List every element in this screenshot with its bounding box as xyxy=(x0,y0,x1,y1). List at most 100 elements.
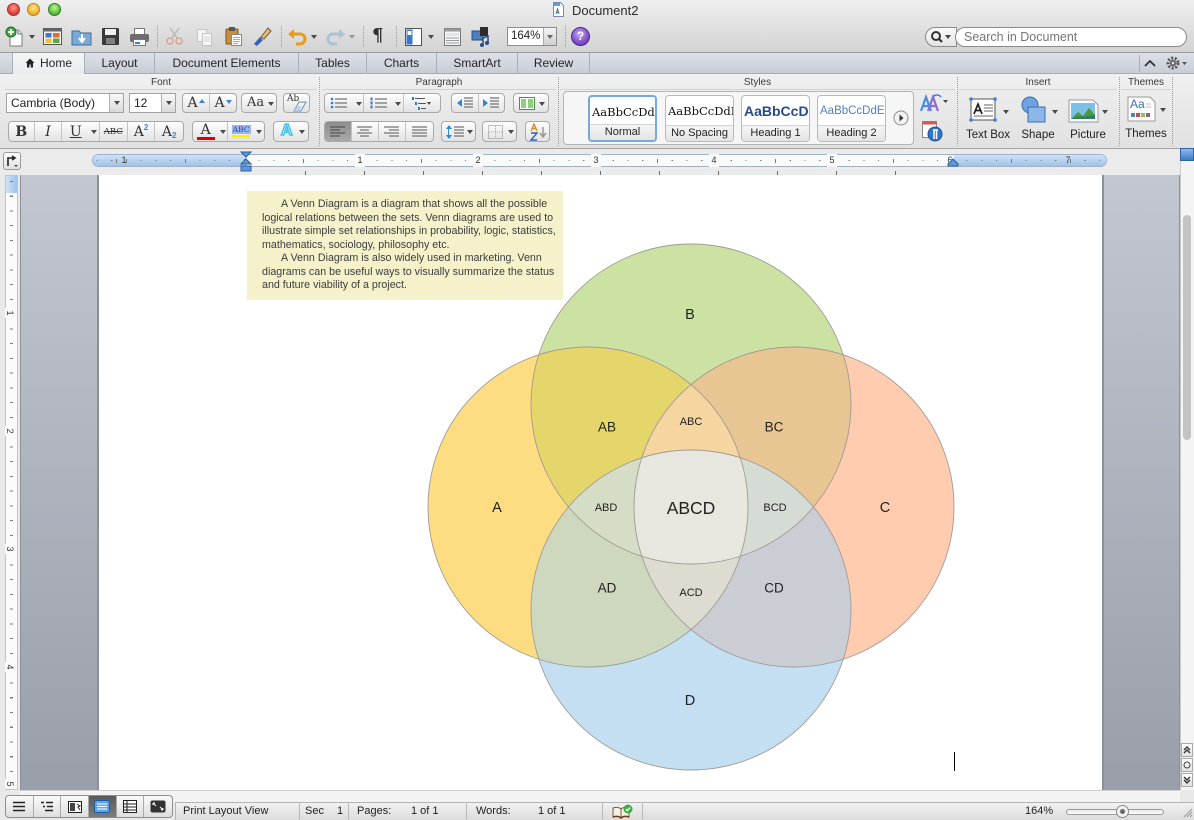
zoom-dropdown-button[interactable] xyxy=(543,28,556,45)
search-options-button[interactable] xyxy=(925,27,957,47)
pages-label[interactable]: Pages: xyxy=(357,805,391,817)
line-spacing-button[interactable] xyxy=(441,121,476,142)
bold-button[interactable]: B xyxy=(9,122,35,141)
undo-icon[interactable] xyxy=(287,26,308,47)
print-layout-view-button[interactable] xyxy=(89,796,117,817)
proofing-status-icon[interactable] xyxy=(612,804,634,819)
venn-diagram[interactable]: A B C D AB BC CD AD ABC ABD BCD ACD ABCD xyxy=(420,236,960,776)
picture-label[interactable]: Picture xyxy=(1061,129,1115,141)
ribbon-settings-gear-icon[interactable] xyxy=(1164,55,1190,71)
words-label[interactable]: Words: xyxy=(476,805,511,817)
bullets-button[interactable] xyxy=(325,94,354,112)
columns-button[interactable] xyxy=(513,93,549,113)
next-page-button[interactable] xyxy=(1181,773,1193,787)
close-window-button[interactable] xyxy=(7,3,20,16)
numbering-dropdown-button[interactable] xyxy=(393,94,404,112)
full-screen-view-button[interactable] xyxy=(144,796,172,817)
shrink-font-button[interactable]: A xyxy=(210,94,236,112)
style-normal[interactable]: AaBbCcDdEe Normal xyxy=(588,95,657,142)
draft-view-button[interactable] xyxy=(6,796,34,817)
align-right-button[interactable] xyxy=(379,122,406,141)
select-browse-object-button[interactable] xyxy=(1181,758,1193,772)
pages-value[interactable]: 1 of 1 xyxy=(411,805,439,817)
highlight-button[interactable]: ABC xyxy=(228,122,254,141)
zoom-combo[interactable]: 164% xyxy=(507,27,557,46)
tab-charts[interactable]: Charts xyxy=(367,53,437,74)
save-icon[interactable] xyxy=(100,26,121,47)
shape-dropdown-arrow[interactable] xyxy=(1052,110,1058,114)
align-left-button[interactable] xyxy=(325,122,352,141)
text-effects-button[interactable]: A xyxy=(273,121,309,142)
text-styles-icon[interactable] xyxy=(919,92,949,114)
font-size-value[interactable]: 12 xyxy=(134,96,147,110)
show-hide-formatting-button[interactable]: ¶ xyxy=(372,25,383,46)
subscript-button[interactable]: A2 xyxy=(155,122,183,141)
format-painter-icon[interactable] xyxy=(252,26,273,47)
sidebar-icon[interactable] xyxy=(403,26,424,47)
vertical-ruler[interactable] xyxy=(5,175,18,790)
align-center-button[interactable] xyxy=(352,122,379,141)
tab-stop-selector[interactable] xyxy=(3,152,21,170)
font-size-combo[interactable]: 12 xyxy=(129,93,176,113)
tab-document-elements[interactable]: Document Elements xyxy=(155,53,299,74)
new-document-icon[interactable] xyxy=(4,26,25,47)
font-color-button[interactable]: A xyxy=(193,122,218,141)
manage-styles-icon[interactable] xyxy=(921,120,943,142)
superscript-button[interactable]: A2 xyxy=(128,122,156,141)
tab-smartart[interactable]: SmartArt xyxy=(437,53,518,74)
copy-icon[interactable] xyxy=(194,26,215,47)
outline-view-button[interactable] xyxy=(34,796,62,817)
redo-icon[interactable] xyxy=(325,26,346,47)
decrease-indent-button[interactable] xyxy=(452,94,479,112)
publishing-layout-view-button[interactable] xyxy=(61,796,90,817)
text-box-label[interactable]: Text Box xyxy=(958,129,1018,141)
templates-gallery-icon[interactable] xyxy=(42,26,63,47)
grow-font-button[interactable]: A xyxy=(183,94,210,112)
font-name-dropdown-button[interactable] xyxy=(109,94,123,112)
style-heading-2[interactable]: AaBbCcDdEe Heading 2 xyxy=(817,95,886,142)
font-size-dropdown-button[interactable] xyxy=(161,94,175,112)
zoom-slider-thumb[interactable] xyxy=(1116,805,1129,818)
vertical-scrollbar-thumb[interactable] xyxy=(1183,215,1191,440)
strikethrough-button[interactable]: ABC xyxy=(100,122,128,141)
search-in-document-input[interactable] xyxy=(955,27,1187,47)
text-box-dropdown-arrow[interactable] xyxy=(1003,110,1009,114)
cut-icon[interactable] xyxy=(164,26,185,47)
redo-dropdown-arrow[interactable] xyxy=(349,35,355,39)
italic-button[interactable]: I xyxy=(35,122,63,141)
open-folder-icon[interactable] xyxy=(71,26,92,47)
undo-dropdown-arrow[interactable] xyxy=(311,35,317,39)
print-icon[interactable] xyxy=(129,26,150,47)
minimize-window-button[interactable] xyxy=(27,3,40,16)
notebook-layout-view-button[interactable] xyxy=(117,796,145,817)
text-box-icon[interactable] xyxy=(968,96,998,124)
themes-dropdown-arrow[interactable] xyxy=(1160,108,1166,112)
multilevel-list-button[interactable] xyxy=(404,94,440,112)
sidebar-dropdown-arrow[interactable] xyxy=(428,35,434,39)
themes-icon[interactable]: Aa xyxy=(1127,95,1157,123)
words-value[interactable]: 1 of 1 xyxy=(538,805,566,817)
numbering-button[interactable] xyxy=(364,94,393,112)
paste-icon[interactable] xyxy=(223,26,244,47)
picture-icon[interactable] xyxy=(1068,98,1100,124)
themes-label[interactable]: Themes xyxy=(1121,128,1171,140)
styles-next-arrow-button[interactable] xyxy=(893,110,909,126)
bullets-dropdown-button[interactable] xyxy=(354,94,365,112)
media-browser-icon[interactable] xyxy=(471,26,492,47)
new-document-dropdown-arrow[interactable] xyxy=(29,35,35,39)
shape-label[interactable]: Shape xyxy=(1013,129,1063,141)
increase-indent-button[interactable] xyxy=(479,94,505,112)
toolbox-icon[interactable] xyxy=(442,26,463,47)
borders-button[interactable] xyxy=(482,121,517,142)
tab-tables[interactable]: Tables xyxy=(299,53,367,74)
collapse-ribbon-icon[interactable] xyxy=(1143,57,1157,69)
zoom-value[interactable]: 164% xyxy=(511,30,540,42)
zoom-window-button[interactable] xyxy=(48,3,61,16)
font-name-value[interactable]: Cambria (Body) xyxy=(11,96,95,110)
style-no-spacing[interactable]: AaBbCcDdEe No Spacing xyxy=(665,95,734,142)
zoom-slider-track[interactable] xyxy=(1066,809,1164,815)
sort-button[interactable] xyxy=(525,121,550,142)
indent-markers[interactable] xyxy=(240,151,252,174)
picture-dropdown-arrow[interactable] xyxy=(1102,110,1108,114)
change-case-button[interactable]: Aa xyxy=(241,93,277,113)
